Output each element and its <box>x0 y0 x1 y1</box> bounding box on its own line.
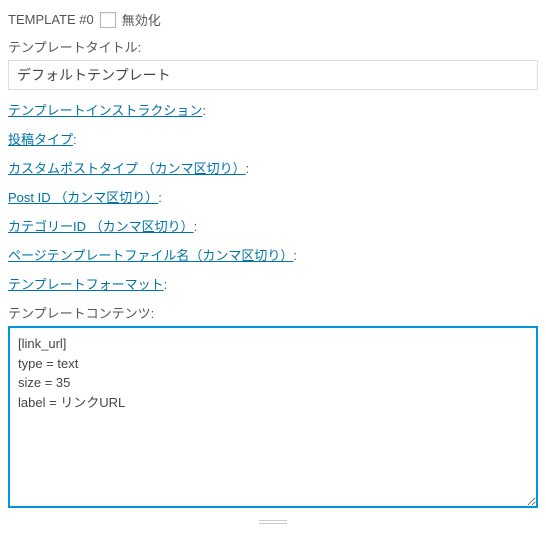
post-type-link[interactable]: 投稿タイプ <box>8 132 73 147</box>
colon: : <box>202 103 206 118</box>
category-id-link[interactable]: カテゴリーID （カンマ区切り） <box>8 219 194 234</box>
colon: : <box>158 190 162 205</box>
template-title-label: テンプレートタイトル: <box>8 37 538 56</box>
colon: : <box>73 132 77 147</box>
template-number-label: TEMPLATE #0 <box>8 12 94 27</box>
drag-handle[interactable] <box>8 519 538 525</box>
template-header: TEMPLATE #0 無効化 <box>8 10 538 29</box>
template-instruction-link[interactable]: テンプレートインストラクション <box>8 103 202 118</box>
post-id-link[interactable]: Post ID （カンマ区切り） <box>8 190 158 205</box>
page-template-file-link[interactable]: ページテンプレートファイル名（カンマ区切り） <box>8 248 293 263</box>
custom-post-type-link[interactable]: カスタムポストタイプ （カンマ区切り） <box>8 161 246 176</box>
colon: : <box>194 219 198 234</box>
template-content-textarea[interactable] <box>8 326 538 508</box>
colon: : <box>164 277 168 292</box>
template-title-input[interactable] <box>8 60 538 90</box>
drag-lines-icon <box>259 520 287 524</box>
colon: : <box>293 248 297 263</box>
colon: : <box>246 161 250 176</box>
disable-label: 無効化 <box>122 10 161 29</box>
disable-checkbox[interactable] <box>100 12 116 28</box>
template-format-link[interactable]: テンプレートフォーマット <box>8 277 164 292</box>
template-content-label: テンプレートコンテンツ: <box>8 303 538 322</box>
